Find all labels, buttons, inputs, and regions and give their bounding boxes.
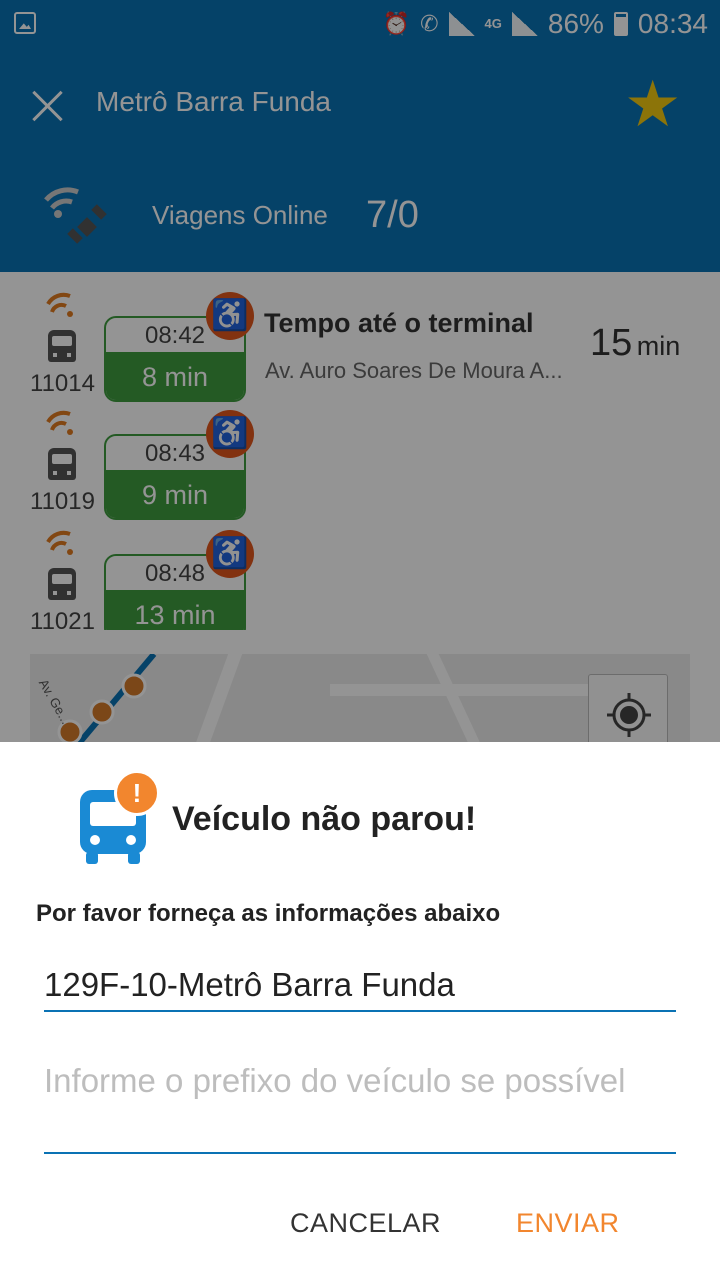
- line-field[interactable]: [44, 960, 676, 1012]
- dialog-title: Veículo não parou!: [172, 800, 477, 838]
- send-button[interactable]: ENVIAR: [516, 1208, 620, 1239]
- dialog-scrim[interactable]: [0, 0, 720, 742]
- alert-icon: !: [114, 770, 160, 816]
- report-dialog: ! Veículo não parou! Por favor forneça a…: [0, 742, 720, 1280]
- dialog-subtitle: Por favor forneça as informações abaixo: [36, 900, 501, 927]
- cancel-button[interactable]: CANCELAR: [290, 1208, 441, 1239]
- vehicle-prefix-field[interactable]: [44, 1060, 676, 1154]
